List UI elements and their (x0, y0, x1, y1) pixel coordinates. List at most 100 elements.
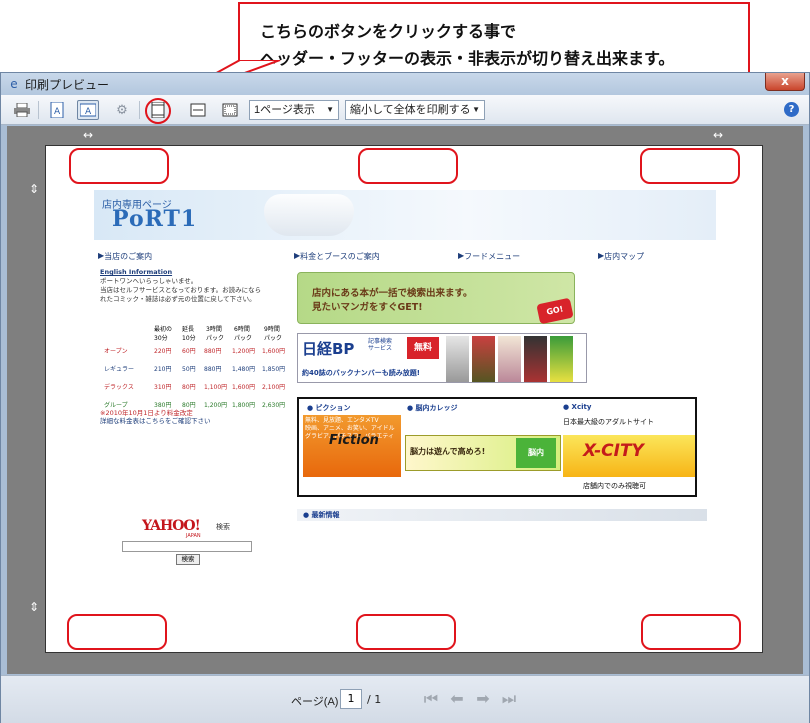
intro-line: れたコミック・雑誌は必ず元の位置に戻して下さい。 (100, 295, 256, 303)
yahoo-search-input (122, 541, 252, 552)
ad-heading: ● ピクション (307, 404, 351, 412)
help-icon[interactable]: ? (784, 102, 799, 117)
price-header: 最初の 30分 (154, 326, 173, 342)
bottom-margin-handle[interactable]: ⇕ (29, 600, 39, 614)
print-button[interactable] (11, 100, 33, 120)
magazine-cover (472, 336, 495, 382)
fiction-logo: Fiction (329, 433, 379, 448)
adult-site-label: 日本最大級のアダルトサイト (563, 418, 654, 426)
book-search-banner: 店内にある本が一括で検索出来ます。 見たいマンガをすぐGET! GO! (297, 272, 575, 325)
scale-value: 縮小して全体を印刷する (350, 104, 471, 116)
fiction-ad: 無料、見放題、エンタメTV 映画、アニメ、お笑い、アイドル グラビア、パチスロ、… (303, 415, 401, 477)
ad-heading: ● 脳内カレッジ (407, 404, 458, 412)
header-left-marker (69, 148, 169, 184)
price-header: 9時間 パック (264, 326, 283, 342)
noukatsu-badge: 脳内 (516, 438, 556, 468)
left-margin-handle[interactable]: ↔ (83, 128, 93, 142)
store-only-label: 店舗内でのみ視聴可 (583, 482, 646, 490)
page-total: / 1 (367, 693, 382, 706)
toolbar: A A ⚙ 1ページ表示 ▼ 縮小して全体を印刷する ▼ ? (1, 95, 809, 125)
full-width-icon (190, 103, 206, 117)
price-change-notice: ※2010年10月1日より料金改定 (100, 409, 193, 417)
printer-icon (14, 103, 30, 117)
landscape-button[interactable]: A (77, 100, 99, 120)
first-page-icon[interactable]: ⏮ (421, 688, 441, 710)
noukatsu-ad: 脳力は遊んで高めろ! 脳内 (405, 435, 561, 471)
coffee-cup-image (264, 194, 354, 236)
footer-left-marker (67, 614, 167, 650)
page-setup-button[interactable] (219, 100, 241, 120)
pager-label: ページ(A) (291, 696, 339, 708)
header-right-marker (640, 148, 740, 184)
previous-page-icon[interactable]: ⬅ (447, 688, 467, 710)
price-row: デラックス 310円 80円 1,100円 1,600円 2,100円 (104, 384, 286, 391)
intro-line: 当店はセルフサービスとなっております。お読みになら (100, 286, 262, 294)
scale-select[interactable]: 縮小して全体を印刷する ▼ (345, 100, 485, 120)
callout-line-1: こちらのボタンをクリックする事で (260, 22, 517, 41)
window-title: 印刷プレビュー (25, 78, 110, 92)
close-button[interactable]: x (765, 73, 805, 91)
svg-text:A: A (85, 107, 92, 117)
yahoo-search-button: 検索 (176, 554, 200, 565)
toolbar-separator (139, 101, 140, 119)
nav-item: ▶ 店内マップ (598, 251, 645, 261)
magazine-cover (550, 336, 573, 382)
nikkei-logo: 日経BP (302, 340, 355, 358)
landscape-icon: A (80, 103, 96, 117)
next-page-icon[interactable]: ➡ (473, 688, 493, 710)
banner-line: 店内にある本が一括で検索出来ます。 (312, 288, 473, 299)
magazine-cover (498, 336, 521, 382)
nikkei-banner: 日経BP 記事検索 サービス 無料 約40誌のバックナンバーも読み放題! (297, 333, 587, 383)
print-preview-window: e 印刷プレビュー x A A ⚙ 1ページ表示 ▼ 縮小して全体を印刷する ▼… (0, 72, 810, 723)
preview-area: ↔ ↔ ⇕ ⇕ 店内専用ページ PoRT1 ▶ 当店のご案内 ▶ 料金とブースの… (7, 126, 803, 674)
price-header: 延長 10分 (182, 326, 196, 342)
title-bar: e 印刷プレビュー x (1, 73, 809, 95)
portrait-button[interactable]: A (46, 100, 68, 120)
ad-box: ● ピクション ● 脳内カレッジ ● Xcity 無料、見放題、エンタメTV 映… (297, 397, 697, 497)
go-badge: GO! (536, 297, 574, 325)
site-logo: PoRT1 (112, 206, 198, 232)
nikkei-service-label: 記事検索 サービス (368, 338, 393, 352)
yahoo-logo: YAHOO! (142, 518, 201, 534)
top-margin-handle[interactable]: ⇕ (29, 182, 39, 196)
page-setup-icon (222, 103, 238, 117)
price-header: 6時間 パック (234, 326, 253, 342)
price-header: 3時間 パック (206, 326, 225, 342)
xcity-ad: X-CITY (563, 435, 695, 477)
footer-right-marker (641, 614, 741, 650)
ie-icon: e (10, 77, 18, 91)
nav-item: ▶ 当店のご案内 (98, 251, 153, 261)
page-number-input[interactable]: 1 (340, 689, 362, 709)
chevron-down-icon: ▼ (326, 105, 334, 114)
last-page-icon[interactable]: ⏭ (499, 688, 519, 710)
nikkei-tagline: 約40誌のバックナンバーも読み放題! (302, 369, 420, 377)
xcity-logo: X-CITY (583, 441, 644, 461)
page-view-value: 1ページ表示 (254, 104, 315, 116)
price-details-link: 詳細な料金表はこちらをご確認下さい (100, 417, 211, 425)
preview-page: 店内専用ページ PoRT1 ▶ 当店のご案内 ▶ 料金とブースのご案内 ▶ フー… (45, 145, 763, 653)
noukatsu-text: 脳力は遊んで高めろ! (410, 447, 486, 456)
yahoo-sub-label: JAPAN (186, 533, 201, 539)
page-view-select[interactable]: 1ページ表示 ▼ (249, 100, 339, 120)
price-header-row: 最初の 30分 延長 10分 3時間 パック 6時間 パック 9時間 パック (100, 324, 300, 342)
svg-text:A: A (54, 107, 61, 117)
price-notice: ※2010年10月1日より料金改定 詳細な料金表はこちらをご確認下さい (100, 409, 211, 425)
screenshot-root: こちらのボタンをクリックする事で ヘッダー・フッターの表示・非表示が切り替え出来… (0, 0, 810, 723)
site-header: 店内専用ページ PoRT1 (94, 190, 716, 240)
full-width-button[interactable] (187, 100, 209, 120)
site-nav: ▶ 当店のご案内 ▶ 料金とブースのご案内 ▶ フードメニュー ▶ 店内マップ (98, 251, 698, 265)
gear-icon: ⚙ (116, 102, 128, 118)
english-link: English Information (100, 268, 173, 276)
magazine-cover (524, 336, 547, 382)
price-row: レギュラー 210円 50円 880円 1,480円 1,850円 (104, 366, 286, 373)
footer-center-marker (356, 614, 456, 650)
toolbar-separator (38, 101, 39, 119)
intro-text: English Information ポートワンへいらっしゃいませ。 当店はセ… (100, 268, 300, 304)
intro-line: ポートワンへいらっしゃいませ。 (100, 277, 198, 285)
right-margin-handle[interactable]: ↔ (713, 128, 723, 142)
price-row: オープン 220円 60円 880円 1,200円 1,600円 (104, 348, 286, 355)
chevron-down-icon: ▼ (472, 105, 480, 114)
page-setup-gear-button[interactable]: ⚙ (111, 100, 133, 120)
header-center-marker (358, 148, 458, 184)
portrait-icon: A (50, 102, 64, 118)
